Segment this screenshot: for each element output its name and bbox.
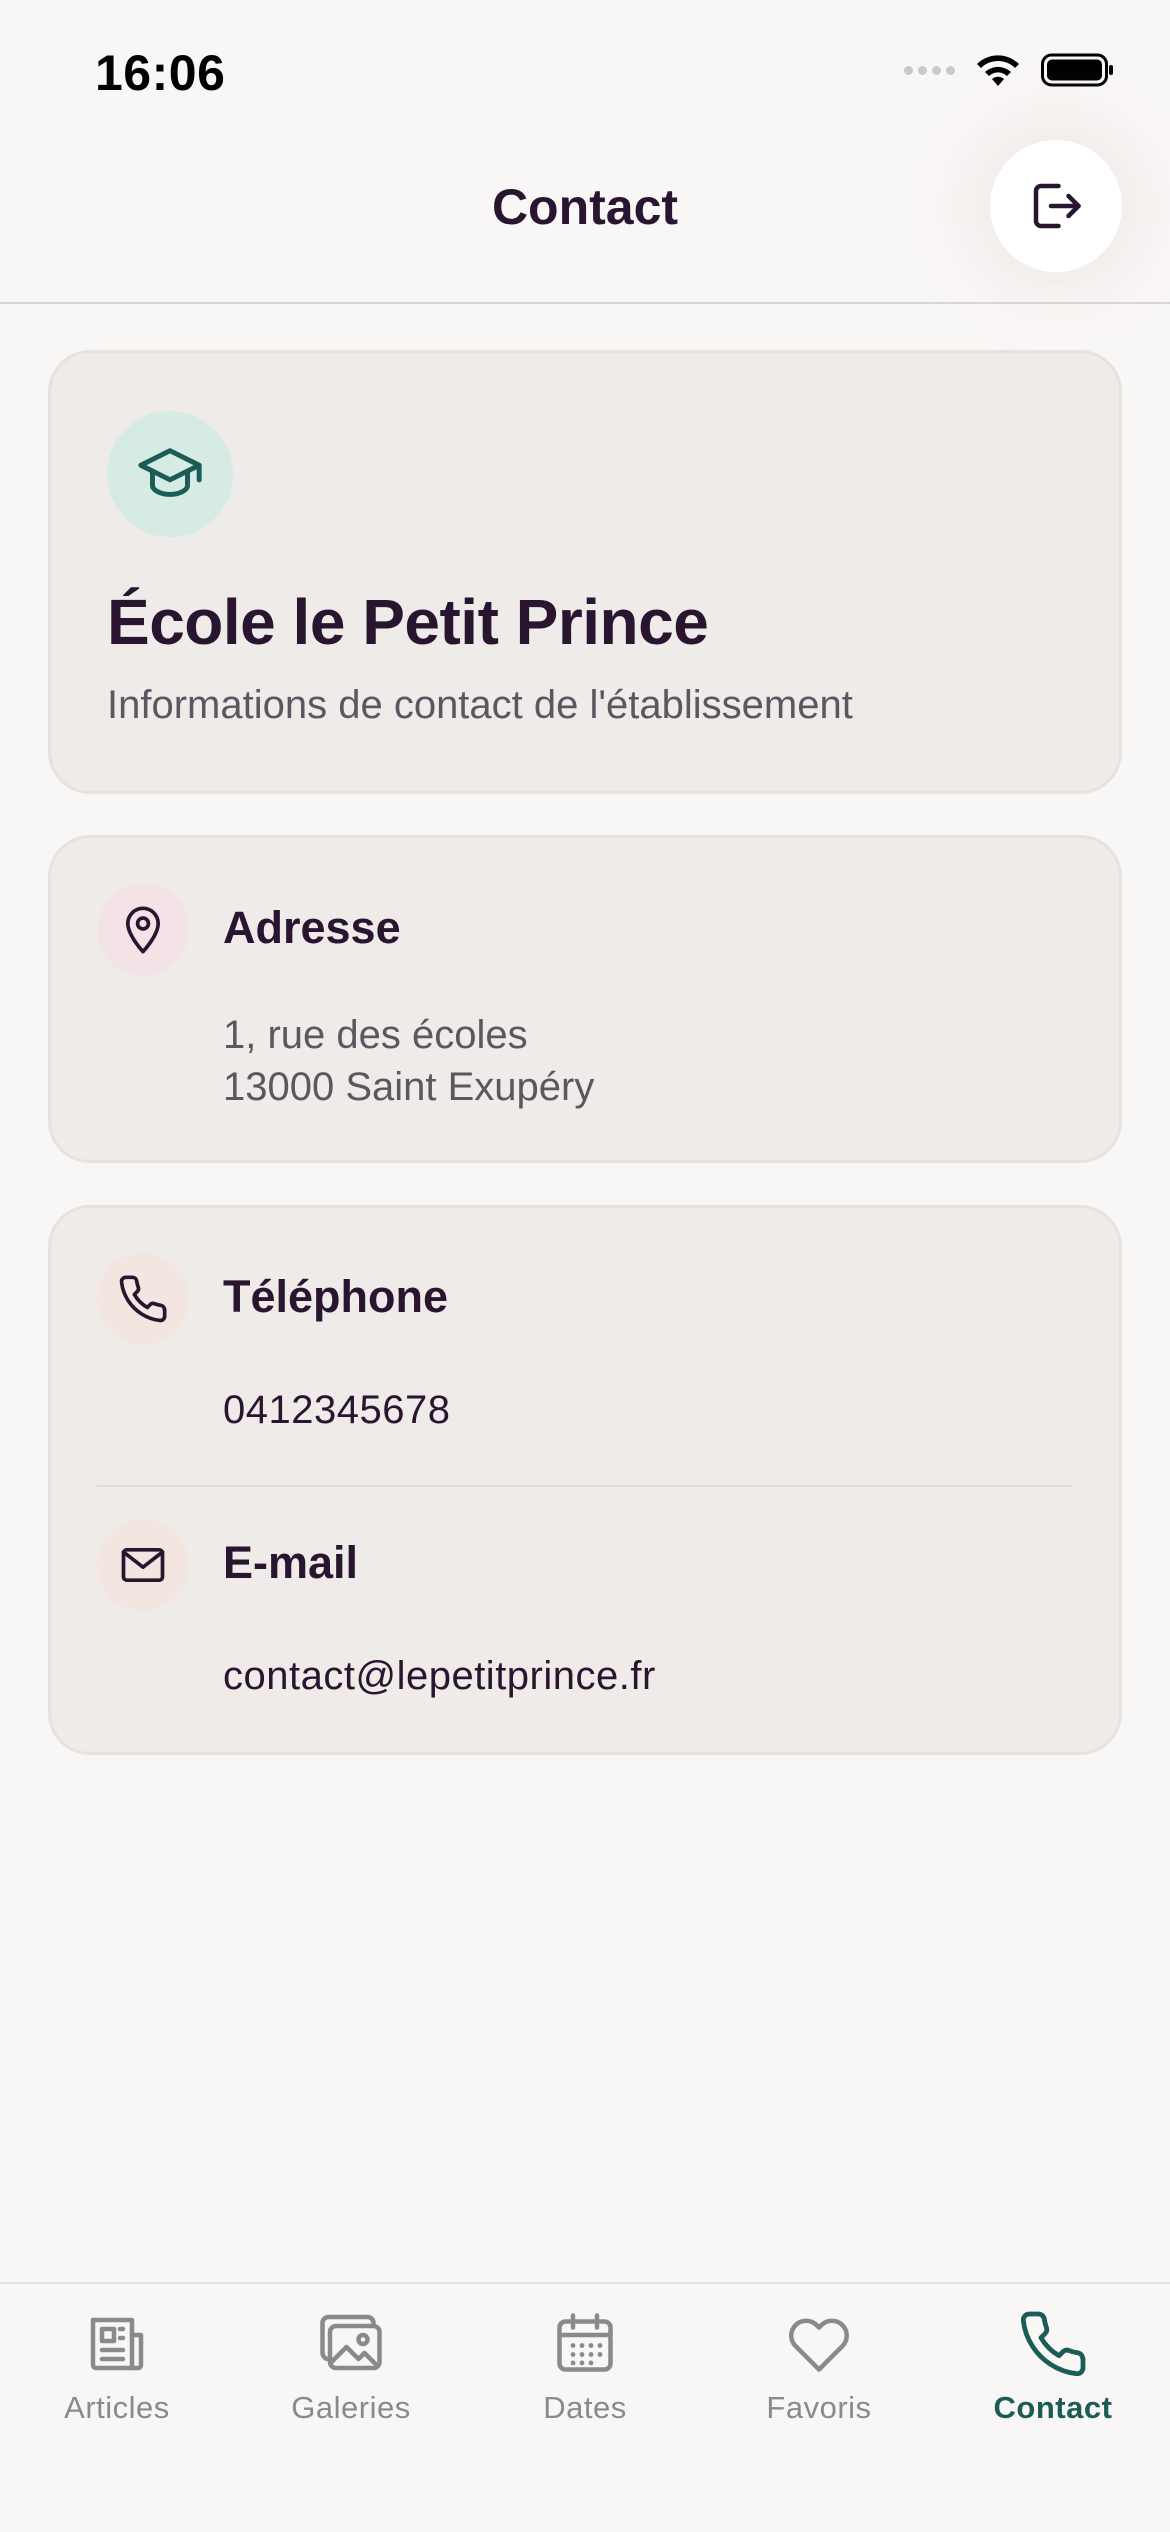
contact-card: Téléphone 0412345678 E-mail contact@lepe…: [48, 1205, 1122, 1755]
status-icons: [904, 52, 1115, 88]
status-time: 16:06: [95, 45, 226, 101]
email-icon-badge: [97, 1519, 189, 1611]
email-title: E-mail: [223, 1537, 359, 1588]
mail-icon: [121, 1547, 165, 1583]
tab-label: Favoris: [766, 2390, 872, 2425]
email-value[interactable]: contact@lepetitprince.fr: [223, 1654, 656, 1699]
logout-button[interactable]: [990, 140, 1122, 272]
phone-icon: [119, 1275, 167, 1323]
nav-header: Contact: [0, 140, 1170, 304]
graduation-cap-icon: [138, 448, 202, 497]
school-icon-badge: [107, 411, 233, 537]
address-line-2: 13000 Saint Exupéry: [223, 1065, 595, 1109]
tab-favoris[interactable]: Favoris: [702, 2304, 936, 2454]
phone-icon-badge: [97, 1253, 189, 1345]
school-subtitle: Informations de contact de l'établisseme…: [107, 683, 853, 727]
address-card: Adresse 1, rue des écoles 13000 Saint Ex…: [48, 835, 1122, 1163]
address-line-1: 1, rue des écoles: [223, 1013, 528, 1057]
status-bar: 16:06: [0, 0, 1170, 140]
newspaper-icon: [90, 2317, 144, 2371]
tab-galeries[interactable]: Galeries: [234, 2304, 468, 2454]
signal-icon: [904, 65, 955, 75]
tab-contact[interactable]: Contact: [936, 2304, 1170, 2454]
battery-icon: [1041, 53, 1113, 87]
phone-value[interactable]: 0412345678: [223, 1388, 450, 1433]
tab-label: Contact: [993, 2390, 1113, 2425]
tab-label: Galeries: [291, 2390, 411, 2425]
address-icon-badge: [97, 884, 189, 976]
logout-icon: [1033, 183, 1081, 229]
images-icon: [320, 2314, 382, 2371]
tab-bar: Articles Galeries Dates Favoris Contact: [0, 2282, 1170, 2532]
heart-icon: [789, 2318, 849, 2372]
school-name: École le Petit Prince: [107, 586, 709, 658]
tab-articles[interactable]: Articles: [0, 2304, 234, 2454]
phone-icon: [1020, 2311, 1086, 2377]
divider: [97, 1485, 1073, 1487]
wifi-icon: [977, 55, 1019, 86]
tab-label: Dates: [543, 2390, 627, 2425]
tab-dates[interactable]: Dates: [468, 2304, 702, 2454]
address-title: Adresse: [223, 902, 401, 953]
phone-title: Téléphone: [223, 1271, 449, 1322]
map-pin-icon: [125, 906, 161, 954]
school-card: École le Petit Prince Informations de co…: [48, 350, 1122, 794]
tab-label: Articles: [64, 2390, 170, 2425]
calendar-icon: [557, 2313, 613, 2372]
